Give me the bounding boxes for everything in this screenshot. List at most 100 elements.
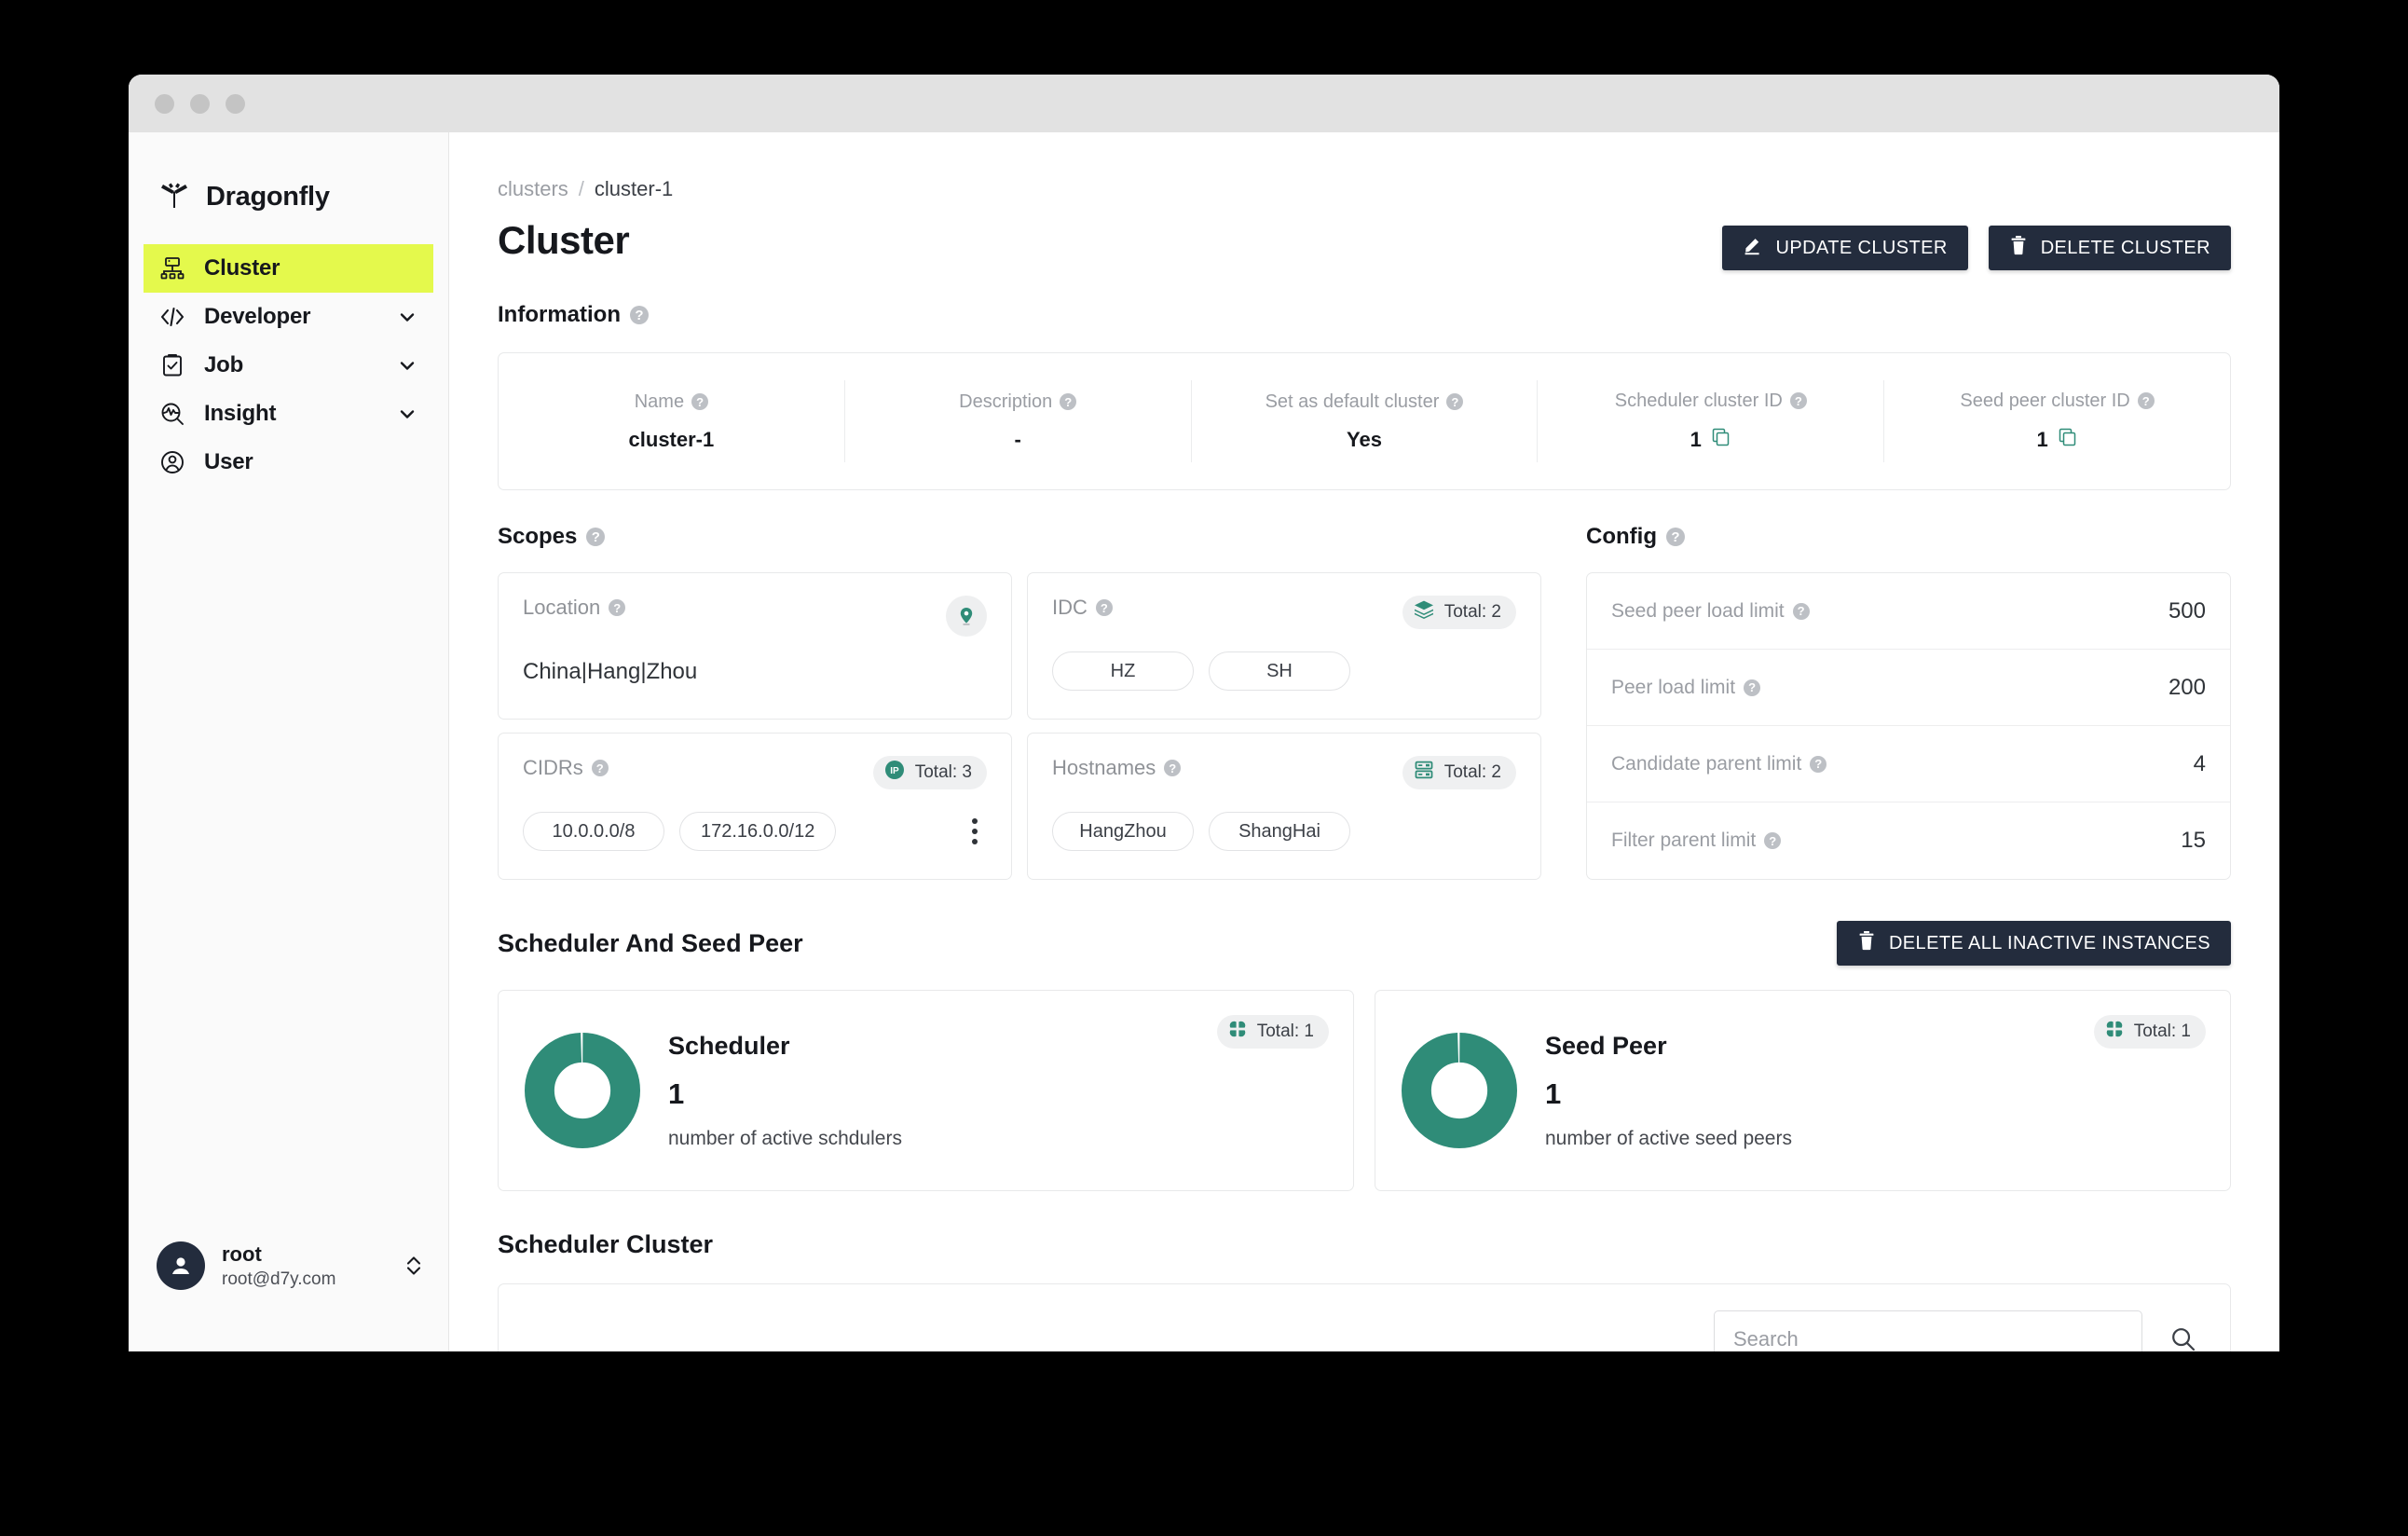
scopes-heading-label: Scopes	[498, 524, 578, 549]
sidebar-item-cluster[interactable]: Cluster	[144, 244, 433, 293]
help-icon[interactable]: ?	[609, 599, 626, 616]
help-icon[interactable]: ?	[1810, 755, 1827, 773]
sidebar: Dragonfly Cluster Developer Job Insight …	[129, 132, 449, 1351]
brand[interactable]: Dragonfly	[129, 132, 448, 222]
hostname-chip[interactable]: ShangHai	[1209, 812, 1350, 851]
chevron-down-icon[interactable]	[396, 354, 418, 377]
scheduler-card-count: 1	[668, 1077, 685, 1110]
server-rack-icon	[1413, 759, 1435, 787]
location-label: Location	[523, 596, 601, 619]
delete-all-inactive-instances-button[interactable]: DELETE ALL INACTIVE INSTANCES	[1836, 921, 2231, 966]
config-label: Seed peer load limit	[1611, 599, 1785, 622]
sidebar-item-insight[interactable]: Insight	[144, 390, 433, 438]
trash-icon	[2009, 235, 2028, 261]
copy-icon[interactable]	[2058, 427, 2078, 453]
info-value: cluster-1	[628, 427, 715, 451]
cidr-chip[interactable]: 172.16.0.0/12	[679, 812, 837, 851]
page-actions: UPDATE CLUSTER DELETE CLUSTER	[1721, 218, 2231, 270]
help-icon[interactable]: ?	[591, 760, 609, 776]
config-label: Candidate parent limit	[1611, 752, 1802, 775]
copy-icon[interactable]	[1711, 427, 1731, 453]
help-icon[interactable]: ?	[691, 393, 709, 410]
brand-name: Dragonfly	[206, 181, 330, 212]
info-value: 1	[2036, 427, 2048, 451]
scheduler-cluster-heading: Scheduler Cluster	[498, 1230, 714, 1258]
idc-chip[interactable]: SH	[1209, 651, 1350, 691]
info-label: Seed peer cluster ID	[1960, 390, 2130, 411]
config-value: 500	[2168, 597, 2206, 624]
help-icon[interactable]: ?	[630, 306, 649, 324]
page-title: Cluster	[498, 218, 630, 262]
help-icon[interactable]: ?	[1764, 832, 1782, 849]
update-cluster-button[interactable]: UPDATE CLUSTER	[1721, 226, 1968, 270]
scopes-section: Scopes ? Location ? China|Hang|Zhou CIDR…	[498, 524, 1541, 880]
seed-peer-card-desc: number of active seed peers	[1545, 1127, 1792, 1149]
help-icon[interactable]: ?	[2137, 392, 2155, 409]
sidebar-item-label: Developer	[204, 304, 311, 329]
help-icon[interactable]: ?	[1665, 528, 1685, 546]
help-icon[interactable]: ?	[1446, 393, 1464, 410]
avatar-icon	[157, 1241, 205, 1290]
config-row: Filter parent limit? 15	[1587, 802, 2230, 879]
more-vertical-icon[interactable]	[963, 815, 987, 848]
sidebar-item-job[interactable]: Job	[144, 341, 433, 390]
cidrs-label: CIDRs	[523, 756, 583, 779]
seed-peer-donut-chart	[1402, 1033, 1517, 1148]
scheduler-cluster-card	[498, 1283, 2231, 1351]
hostnames-total-badge: Total: 2	[1402, 756, 1516, 789]
user-circle-icon	[158, 448, 186, 476]
chevron-down-icon[interactable]	[396, 306, 418, 328]
window-maximize-button[interactable]	[226, 93, 245, 114]
breadcrumb-current[interactable]: cluster-1	[595, 177, 673, 201]
sidebar-item-label: Insight	[204, 401, 277, 426]
clover-icon	[1226, 1019, 1248, 1045]
sidebar-user-box[interactable]: root root@d7y.com	[129, 1241, 448, 1290]
location-pin-icon	[946, 596, 987, 637]
info-value: -	[1014, 427, 1021, 451]
help-icon[interactable]: ?	[1164, 760, 1182, 776]
seed-peer-stat-card: Seed Peer 1 number of active seed peers	[1375, 990, 2231, 1191]
chevron-down-icon[interactable]	[396, 403, 418, 425]
help-icon[interactable]: ?	[1060, 393, 1077, 410]
help-icon[interactable]: ?	[1744, 679, 1761, 696]
app-body: Dragonfly Cluster Developer Job Insight …	[129, 132, 2279, 1351]
clover-icon	[2103, 1019, 2125, 1045]
sidebar-item-developer[interactable]: Developer	[144, 293, 433, 341]
help-icon[interactable]: ?	[1792, 602, 1810, 620]
seed-peer-total-label: Total: 1	[2133, 1022, 2191, 1041]
config-label: Peer load limit	[1611, 676, 1736, 698]
hostname-chip[interactable]: HangZhou	[1052, 812, 1194, 851]
help-icon[interactable]: ?	[1789, 392, 1807, 409]
help-icon[interactable]: ?	[586, 528, 606, 546]
window-close-button[interactable]	[155, 93, 174, 114]
info-cell-name: Name? cluster-1	[499, 380, 845, 462]
breadcrumb-clusters-link[interactable]: clusters	[498, 177, 568, 201]
window-minimize-button[interactable]	[190, 93, 210, 114]
scheduler-total-label: Total: 1	[1256, 1022, 1314, 1041]
search-field-wrapper[interactable]	[1714, 1310, 2142, 1351]
info-label: Description	[959, 391, 1053, 412]
delete-cluster-button[interactable]: DELETE CLUSTER	[1988, 226, 2231, 270]
search-input[interactable]	[1733, 1327, 2123, 1351]
cidr-chip[interactable]: 10.0.0.0/8	[523, 812, 664, 851]
config-row: Peer load limit? 200	[1587, 650, 2230, 726]
info-label: Name	[634, 391, 685, 412]
search-icon[interactable]	[2163, 1319, 2204, 1351]
hostnames-label: Hostnames	[1052, 756, 1156, 779]
info-label: Scheduler cluster ID	[1614, 390, 1783, 411]
trash-icon	[1857, 930, 1876, 956]
clipboard-check-icon	[158, 351, 186, 379]
user-email: root@d7y.com	[222, 1269, 336, 1289]
config-card: Seed peer load limit? 500 Peer load limi…	[1586, 572, 2231, 880]
sidebar-item-user[interactable]: User	[144, 438, 433, 487]
scopes-config-row: Scopes ? Location ? China|Hang|Zhou CIDR…	[498, 524, 2231, 880]
chevron-up-down-icon[interactable]	[404, 1254, 424, 1278]
seed-peer-card-count: 1	[1545, 1077, 1562, 1110]
info-label: Set as default cluster	[1265, 391, 1440, 412]
seed-peer-card-title: Seed Peer	[1545, 1031, 1667, 1060]
scheduler-donut-chart	[525, 1033, 640, 1148]
breadcrumb-separator: /	[578, 177, 584, 200]
code-icon	[158, 303, 186, 331]
help-icon[interactable]: ?	[1095, 599, 1113, 616]
idc-chip[interactable]: HZ	[1052, 651, 1194, 691]
